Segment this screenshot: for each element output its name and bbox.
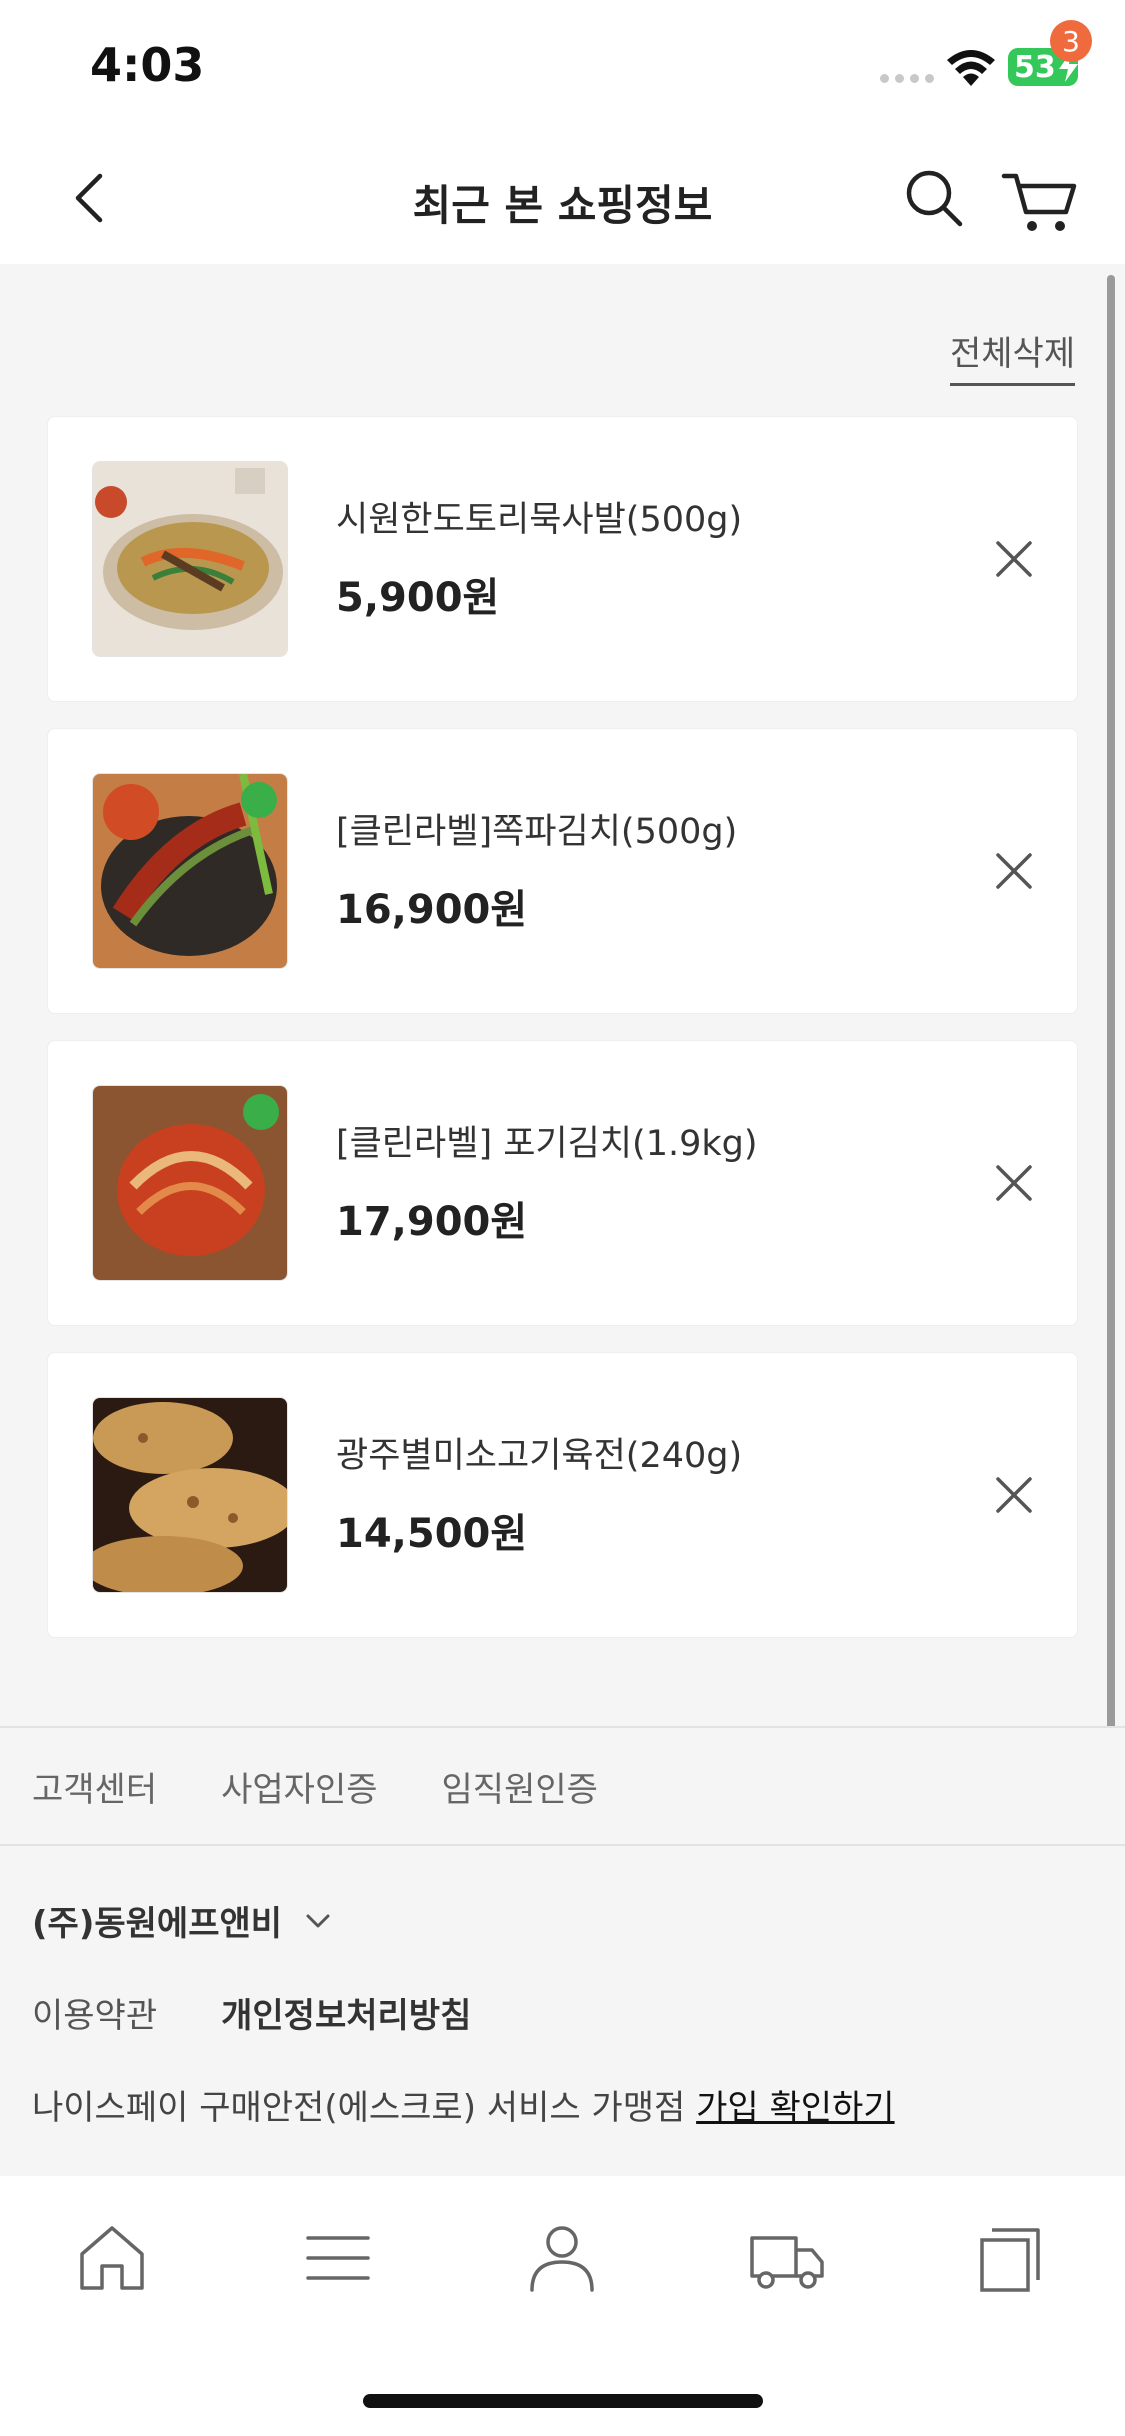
policy-links: 이용약관 개인정보처리방침 xyxy=(32,1988,471,2037)
terms-link[interactable]: 이용약관 xyxy=(32,1988,157,2037)
item-name[interactable]: 시원한도토리묵사발(500g) xyxy=(336,491,742,542)
cabbage-kimchi-image[interactable] xyxy=(92,1085,288,1281)
item-name[interactable]: 광주별미소고기육전(240g) xyxy=(336,1427,742,1478)
footer-links: 고객센터 사업자인증 임직원인증 xyxy=(32,1762,598,1811)
status-time: 4:03 xyxy=(90,38,205,92)
cart-count-badge: 3 xyxy=(1050,20,1092,62)
escrow-confirm-link[interactable]: 가입 확인하기 xyxy=(696,2088,895,2128)
status-bar: 4:03 53 xyxy=(0,0,1125,132)
close-icon[interactable] xyxy=(988,1469,1040,1521)
item-price: 17,900원 xyxy=(336,1199,528,1245)
close-icon[interactable] xyxy=(988,845,1040,897)
page-header: 최근 본 쇼핑정보 xyxy=(0,132,1125,264)
scrollbar[interactable] xyxy=(1107,275,1115,1940)
item-name[interactable]: [클린라벨] 포기김치(1.9kg) xyxy=(336,1115,758,1166)
item-price: 14,500원 xyxy=(336,1511,528,1557)
delete-all-button[interactable]: 전체삭제 xyxy=(950,326,1076,386)
employee-verification-link[interactable]: 임직원인증 xyxy=(442,1762,598,1811)
privacy-policy-link[interactable]: 개인정보처리방침 xyxy=(221,1988,471,2037)
escrow-text: 나이스페이 구매안전(에스크로) 서비스 가맹점 xyxy=(32,2088,686,2128)
item-price: 16,900원 xyxy=(336,887,528,933)
footer: 고객센터 사업자인증 임직원인증 (주)동원에프앤비 이용약관 개인정보처리방침… xyxy=(0,1726,1125,2178)
close-icon[interactable] xyxy=(988,1157,1040,1209)
acorn-jelly-soup-image[interactable] xyxy=(92,461,288,657)
battery-level: 53 xyxy=(1014,49,1056,85)
cart-icon[interactable] xyxy=(1000,166,1080,236)
customer-center-link[interactable]: 고객센터 xyxy=(32,1762,157,1811)
footer-divider xyxy=(0,1844,1125,1846)
close-icon[interactable] xyxy=(988,533,1040,585)
cellular-signal-icon xyxy=(880,74,934,83)
escrow-notice: 나이스페이 구매안전(에스크로) 서비스 가맹점 가입 확인하기 xyxy=(32,2080,895,2129)
chevron-down-icon xyxy=(306,1914,330,1927)
item-name[interactable]: [클린라벨]쪽파김치(500g) xyxy=(336,803,737,854)
company-info-toggle[interactable]: (주)동원에프앤비 xyxy=(32,1896,334,1945)
search-icon[interactable] xyxy=(902,166,966,230)
recent-item-card[interactable]: [클린라벨]쪽파김치(500g) 16,900원 xyxy=(47,728,1078,1014)
recent-item-card[interactable]: [클린라벨] 포기김치(1.9kg) 17,900원 xyxy=(47,1040,1078,1326)
home-indicator xyxy=(363,2394,763,2408)
beef-pancake-image[interactable] xyxy=(92,1397,288,1593)
item-price: 5,900원 xyxy=(336,575,500,621)
home-icon[interactable] xyxy=(72,2218,152,2298)
business-verification-link[interactable]: 사업자인증 xyxy=(221,1762,377,1811)
user-icon[interactable] xyxy=(522,2218,602,2298)
recent-pages-icon[interactable] xyxy=(970,2218,1050,2298)
recent-item-card[interactable]: 광주별미소고기육전(240g) 14,500원 xyxy=(47,1352,1078,1638)
green-onion-kimchi-image[interactable] xyxy=(92,773,288,969)
recent-item-card[interactable]: 시원한도토리묵사발(500g) 5,900원 xyxy=(47,416,1078,702)
company-name: (주)동원에프앤비 xyxy=(32,1904,283,1944)
delivery-truck-icon[interactable] xyxy=(746,2218,826,2298)
menu-icon[interactable] xyxy=(298,2218,378,2298)
wifi-icon xyxy=(947,50,995,86)
